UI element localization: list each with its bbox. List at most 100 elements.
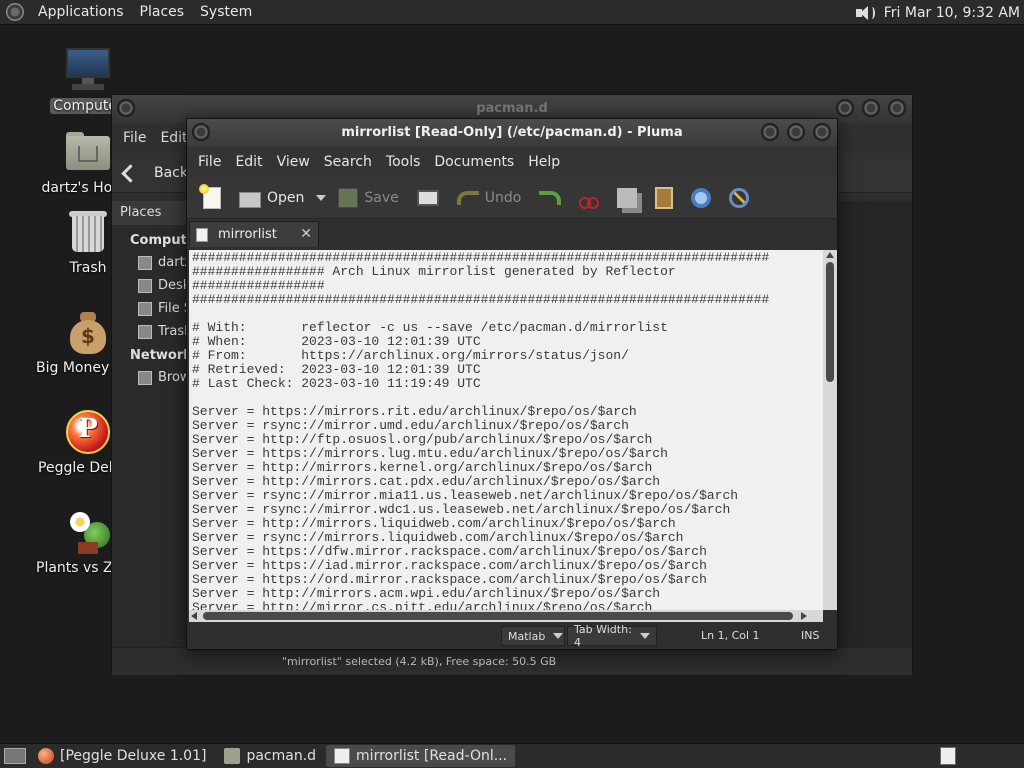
computer-icon bbox=[64, 46, 112, 94]
minimize-button[interactable] bbox=[761, 123, 779, 141]
save-icon bbox=[338, 187, 359, 208]
tab-mirrorlist[interactable]: mirrorlist ✕ bbox=[189, 221, 319, 247]
undo-icon bbox=[456, 190, 479, 205]
task-pacman-d[interactable]: pacman.d bbox=[216, 745, 324, 767]
back-arrow-icon[interactable] bbox=[122, 164, 144, 182]
menu-edit[interactable]: Edit bbox=[228, 154, 269, 170]
scroll-up-icon[interactable] bbox=[826, 252, 834, 258]
sidebar-section-network: Network bbox=[130, 348, 192, 363]
vertical-scrollbar[interactable] bbox=[823, 250, 837, 610]
text-line bbox=[192, 307, 823, 321]
places-menu[interactable]: Places bbox=[132, 4, 193, 20]
text-editor-window: mirrorlist [Read-Only] (/etc/pacman.d) -… bbox=[186, 118, 838, 650]
text-line: Server = http://mirrors.cat.pdx.edu/arch… bbox=[192, 474, 661, 489]
find-button[interactable] bbox=[685, 182, 717, 214]
text-editor-area[interactable]: ########################################… bbox=[189, 250, 823, 610]
copy-button[interactable] bbox=[611, 182, 643, 214]
print-icon bbox=[416, 189, 439, 206]
language-selector[interactable]: Matlab bbox=[501, 626, 565, 646]
system-menu[interactable]: System bbox=[192, 4, 260, 20]
text-line: ################# bbox=[192, 278, 325, 293]
back-button[interactable]: Back bbox=[154, 165, 188, 181]
open-dropdown-icon[interactable] bbox=[316, 194, 327, 201]
applications-menu[interactable]: Applications bbox=[30, 4, 132, 20]
text-line: Server = http://ftp.osuosl.org/pub/archl… bbox=[192, 432, 653, 447]
desktop-icon-label: Trash bbox=[69, 260, 107, 276]
sidebar: Computer dartz Desktop File System Trash… bbox=[112, 225, 264, 647]
new-button[interactable] bbox=[197, 182, 227, 214]
undo-button[interactable]: Undo bbox=[451, 182, 528, 214]
menu-file[interactable]: File bbox=[191, 154, 228, 170]
scroll-right-icon[interactable] bbox=[801, 612, 807, 620]
places-header[interactable]: Places bbox=[112, 201, 188, 225]
chevron-down-icon bbox=[640, 633, 650, 639]
menu-tools[interactable]: Tools bbox=[379, 154, 428, 170]
menu-help[interactable]: Help bbox=[521, 154, 567, 170]
close-tab-icon[interactable]: ✕ bbox=[300, 226, 312, 242]
task-label: pacman.d bbox=[246, 748, 317, 764]
paste-button[interactable] bbox=[649, 182, 679, 214]
task-label: [Peggle Deluxe 1.01] bbox=[60, 748, 207, 764]
network-icon bbox=[138, 370, 152, 385]
cut-button[interactable] bbox=[573, 182, 605, 214]
drive-icon bbox=[138, 301, 152, 316]
close-button[interactable] bbox=[813, 123, 831, 141]
menu-documents[interactable]: Documents bbox=[427, 154, 521, 170]
trash-icon bbox=[138, 324, 152, 339]
taskbar: [Peggle Deluxe 1.01] pacman.d mirrorlist… bbox=[0, 743, 1024, 768]
home-folder-icon bbox=[64, 128, 112, 176]
maximize-button[interactable] bbox=[862, 99, 880, 117]
open-button[interactable]: Open bbox=[233, 182, 310, 214]
trash-icon bbox=[64, 208, 112, 256]
replace-button[interactable] bbox=[723, 182, 755, 214]
print-button[interactable] bbox=[411, 182, 445, 214]
scroll-left-icon[interactable] bbox=[191, 612, 197, 620]
text-line: # Retrieved: 2023-03-10 12:01:39 UTC bbox=[192, 362, 481, 377]
scroll-thumb[interactable] bbox=[826, 262, 834, 382]
task-peggle[interactable]: [Peggle Deluxe 1.01] bbox=[30, 745, 214, 767]
document-icon bbox=[196, 227, 208, 242]
workspace-switcher[interactable] bbox=[940, 747, 956, 765]
close-button[interactable] bbox=[888, 99, 906, 117]
menu-view[interactable]: View bbox=[270, 154, 317, 170]
menu-search[interactable]: Search bbox=[317, 154, 379, 170]
language-label: Matlab bbox=[508, 629, 546, 643]
folder-icon bbox=[224, 748, 241, 764]
tab-width-label: Tab Width: 4 bbox=[574, 623, 632, 649]
window-menu-icon[interactable] bbox=[117, 99, 135, 117]
replace-icon bbox=[729, 187, 750, 208]
text-line: Server = https://iad.mirror.rackspace.co… bbox=[192, 558, 707, 573]
scroll-thumb[interactable] bbox=[203, 612, 793, 620]
horizontal-scrollbar[interactable] bbox=[189, 610, 823, 622]
window-title[interactable]: mirrorlist [Read-Only] (/etc/pacman.d) -… bbox=[187, 119, 837, 147]
find-icon bbox=[691, 187, 712, 208]
minimize-button[interactable] bbox=[836, 99, 854, 117]
text-line: Server = http://mirrors.acm.wpi.edu/arch… bbox=[192, 586, 661, 601]
task-mirrorlist[interactable]: mirrorlist [Read-Onl... bbox=[326, 745, 516, 767]
window-menu-icon[interactable] bbox=[192, 123, 210, 141]
mate-logo-icon[interactable] bbox=[6, 3, 24, 21]
sidebar-item-home[interactable]: dartz bbox=[138, 255, 191, 270]
maximize-button[interactable] bbox=[787, 123, 805, 141]
speaker-icon[interactable] bbox=[854, 4, 876, 22]
redo-icon bbox=[539, 190, 562, 205]
menu-file[interactable]: File bbox=[116, 130, 153, 146]
money-bag-icon: $ bbox=[64, 308, 112, 356]
show-desktop-icon[interactable] bbox=[4, 748, 26, 764]
insert-mode[interactable]: INS bbox=[801, 629, 819, 642]
task-label: mirrorlist [Read-Onl... bbox=[356, 748, 508, 764]
file-content: ########################################… bbox=[189, 250, 823, 611]
save-label: Save bbox=[364, 189, 399, 206]
new-document-icon bbox=[199, 183, 221, 209]
home-icon bbox=[138, 255, 152, 270]
tab-width-selector[interactable]: Tab Width: 4 bbox=[567, 623, 657, 649]
clock[interactable]: Fri Mar 10, 9:32 AM bbox=[884, 5, 1020, 21]
save-button[interactable]: Save bbox=[332, 182, 404, 214]
status-bar: "mirrorlist" selected (4.2 kB), Free spa… bbox=[112, 647, 912, 675]
text-line: Server = rsync://mirrors.liquidweb.com/a… bbox=[192, 530, 684, 545]
paste-icon bbox=[655, 186, 674, 209]
redo-button[interactable] bbox=[533, 182, 567, 214]
tab-label: mirrorlist bbox=[218, 227, 277, 242]
open-folder-icon bbox=[239, 191, 261, 208]
sidebar-item-trash[interactable]: Trash bbox=[138, 324, 192, 339]
